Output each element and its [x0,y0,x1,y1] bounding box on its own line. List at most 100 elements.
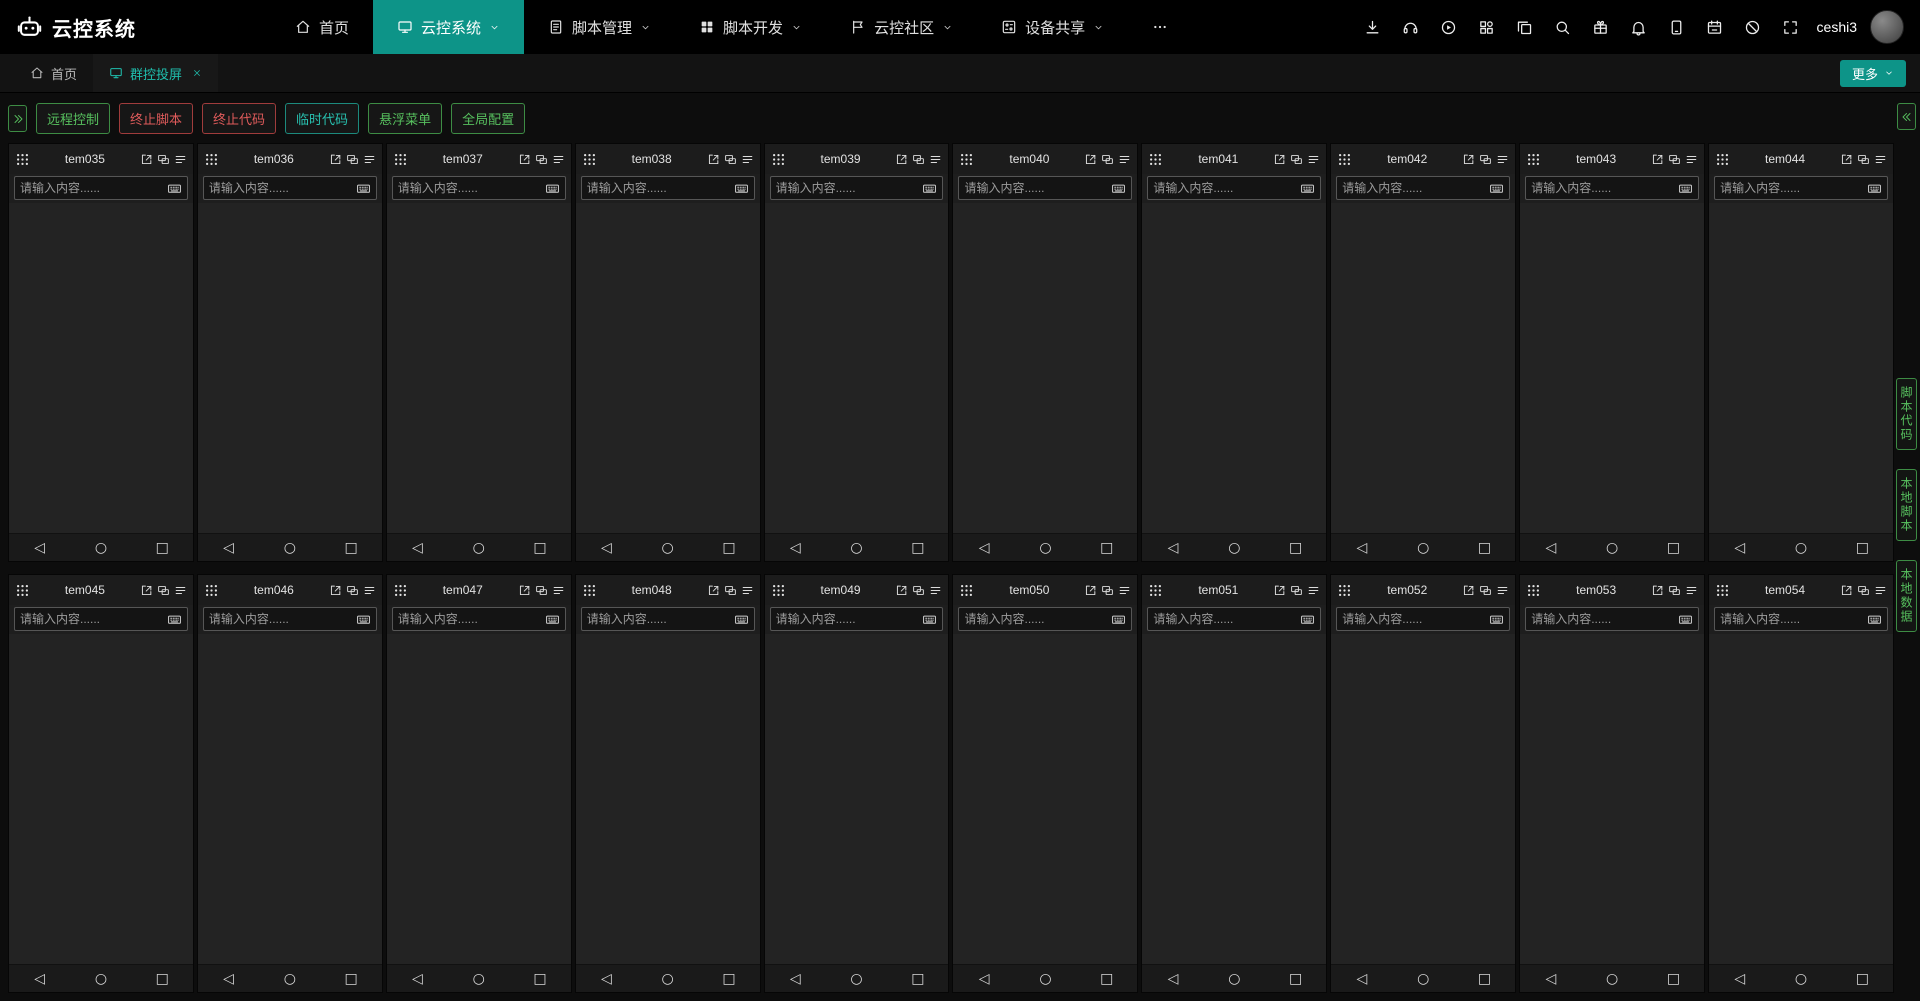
drag-handle-icon[interactable] [959,583,974,598]
android-recents-button[interactable]: □ [509,972,570,986]
keyboard-icon[interactable] [545,181,560,196]
android-home-button[interactable]: ○ [448,541,509,555]
toolbar-expand-button[interactable] [8,105,27,132]
android-back-button[interactable]: ◁ [1709,972,1770,986]
keyboard-icon[interactable] [356,612,371,627]
screenshot-icon[interactable] [1290,153,1303,166]
screenshot-icon[interactable] [1857,153,1870,166]
screenshot-icon[interactable] [157,153,170,166]
device-screen[interactable] [1142,203,1326,533]
android-back-button[interactable]: ◁ [1520,541,1581,555]
gift-icon[interactable] [1592,19,1609,36]
android-home-button[interactable]: ○ [448,972,509,986]
menu-lines-icon[interactable] [363,584,376,597]
android-back-button[interactable]: ◁ [1331,972,1392,986]
device-text-input[interactable] [1342,612,1486,626]
external-link-icon[interactable] [1462,153,1475,166]
rail-button-local-data[interactable]: 本地数据 [1896,560,1917,632]
screenshot-icon[interactable] [724,584,737,597]
stop-script-button[interactable]: 终止脚本 [119,103,193,134]
menu-lines-icon[interactable] [929,584,942,597]
nav-item-device-share[interactable]: 设备共享 [977,0,1128,54]
android-home-button[interactable]: ○ [259,541,320,555]
android-home-button[interactable]: ○ [637,972,698,986]
menu-lines-icon[interactable] [1874,584,1887,597]
menu-lines-icon[interactable] [174,153,187,166]
rail-button-script-code[interactable]: 脚本代码 [1896,378,1917,450]
android-back-button[interactable]: ◁ [198,541,259,555]
temp-code-button[interactable]: 临时代码 [285,103,359,134]
menu-lines-icon[interactable] [552,584,565,597]
external-link-icon[interactable] [1462,584,1475,597]
android-recents-button[interactable]: □ [320,972,381,986]
device-screen[interactable] [953,634,1137,964]
keyboard-icon[interactable] [1489,181,1504,196]
device-text-input[interactable] [1531,612,1675,626]
android-back-button[interactable]: ◁ [1331,541,1392,555]
device-text-input[interactable] [587,612,731,626]
menu-lines-icon[interactable] [1685,153,1698,166]
drag-handle-icon[interactable] [1148,583,1163,598]
external-link-icon[interactable] [518,153,531,166]
device-screen[interactable] [953,203,1137,533]
device-text-input[interactable] [776,181,920,195]
nav-item-more[interactable] [1128,0,1192,54]
android-back-button[interactable]: ◁ [1709,541,1770,555]
screenshot-icon[interactable] [157,584,170,597]
drag-handle-icon[interactable] [582,152,597,167]
apps-icon[interactable] [1478,19,1495,36]
device-text-input[interactable] [398,612,542,626]
menu-lines-icon[interactable] [174,584,187,597]
android-back-button[interactable]: ◁ [387,541,448,555]
keyboard-icon[interactable] [1111,181,1126,196]
download-icon[interactable] [1364,19,1381,36]
device-screen[interactable] [9,203,193,533]
drag-handle-icon[interactable] [1337,583,1352,598]
external-link-icon[interactable] [1084,153,1097,166]
device-text-input[interactable] [964,612,1108,626]
android-home-button[interactable]: ○ [1581,972,1642,986]
nav-item-community[interactable]: 云控社区 [826,0,977,54]
drag-handle-icon[interactable] [582,583,597,598]
device-screen[interactable] [198,634,382,964]
device-screen[interactable] [1520,634,1704,964]
android-back-button[interactable]: ◁ [9,972,70,986]
menu-lines-icon[interactable] [1685,584,1698,597]
device-screen[interactable] [1709,203,1893,533]
nav-item-script-dev[interactable]: 脚本开发 [675,0,826,54]
android-recents-button[interactable]: □ [887,541,948,555]
screenshot-icon[interactable] [1290,584,1303,597]
android-home-button[interactable]: ○ [826,972,887,986]
keyboard-icon[interactable] [1111,612,1126,627]
android-home-button[interactable]: ○ [1204,972,1265,986]
external-link-icon[interactable] [1651,153,1664,166]
android-home-button[interactable]: ○ [259,972,320,986]
tablet-icon[interactable] [1668,19,1685,36]
android-back-button[interactable]: ◁ [1520,972,1581,986]
drag-handle-icon[interactable] [1715,583,1730,598]
keyboard-icon[interactable] [1300,612,1315,627]
device-text-input[interactable] [587,181,731,195]
screenshot-icon[interactable] [1479,153,1492,166]
drag-handle-icon[interactable] [15,152,30,167]
menu-lines-icon[interactable] [741,153,754,166]
device-screen[interactable] [198,203,382,533]
menu-lines-icon[interactable] [1307,153,1320,166]
android-home-button[interactable]: ○ [1015,972,1076,986]
android-home-button[interactable]: ○ [1204,541,1265,555]
android-home-button[interactable]: ○ [826,541,887,555]
external-link-icon[interactable] [140,153,153,166]
device-text-input[interactable] [964,181,1108,195]
external-link-icon[interactable] [1651,584,1664,597]
drag-handle-icon[interactable] [1337,152,1352,167]
tab-home[interactable]: 首页 [14,54,93,92]
keyboard-icon[interactable] [734,612,749,627]
device-text-input[interactable] [1342,181,1486,195]
external-link-icon[interactable] [707,584,720,597]
drag-handle-icon[interactable] [771,583,786,598]
android-recents-button[interactable]: □ [1643,541,1704,555]
keyboard-icon[interactable] [1867,612,1882,627]
screenshot-icon[interactable] [346,153,359,166]
remote-control-button[interactable]: 远程控制 [36,103,110,134]
screenshot-icon[interactable] [346,584,359,597]
